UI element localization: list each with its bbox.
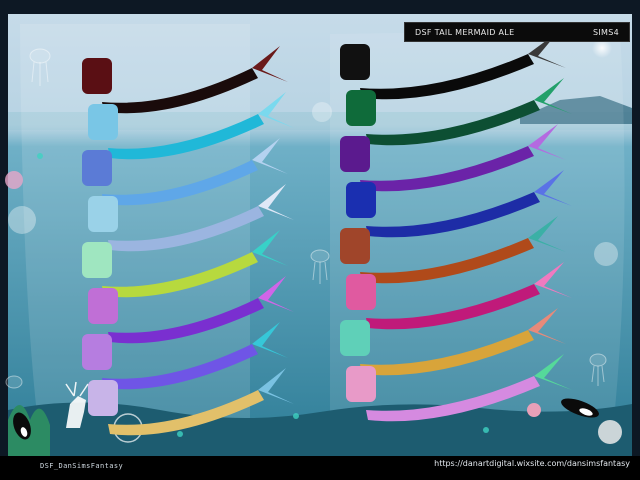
shell-decoration [5, 171, 23, 189]
tail-top [82, 242, 112, 278]
tail-top [88, 104, 118, 140]
creator-url: https://danartdigital.wixsite.com/dansim… [434, 459, 630, 468]
bubble-decoration [8, 206, 36, 234]
tail-top [340, 320, 370, 356]
tail-top [88, 380, 118, 416]
tail-top [88, 288, 118, 324]
creator-credit: DSF_DanSimsFantasy [40, 462, 124, 470]
preview-canvas: DSF TAIL MERMAID ALE SIMS4 DSF_DanSimsFa… [0, 0, 640, 480]
mermaid-tail-preview-scene [0, 0, 640, 480]
tail-top [82, 150, 112, 186]
tail-top [82, 334, 112, 370]
tail-top [346, 182, 376, 218]
product-title: DSF TAIL MERMAID ALE [415, 27, 515, 37]
tail-top [346, 274, 376, 310]
tail-top [346, 366, 376, 402]
tail-top [340, 44, 370, 80]
tail-top [346, 90, 376, 126]
tail-top [82, 58, 112, 94]
bubble-decoration [594, 242, 618, 266]
game-label: SIMS4 [592, 27, 619, 37]
bubble-decoration [312, 102, 332, 122]
tail-top [88, 196, 118, 232]
tail-top [340, 228, 370, 264]
tail-top [340, 136, 370, 172]
title-bar: DSF TAIL MERMAID ALE SIMS4 [404, 22, 630, 42]
